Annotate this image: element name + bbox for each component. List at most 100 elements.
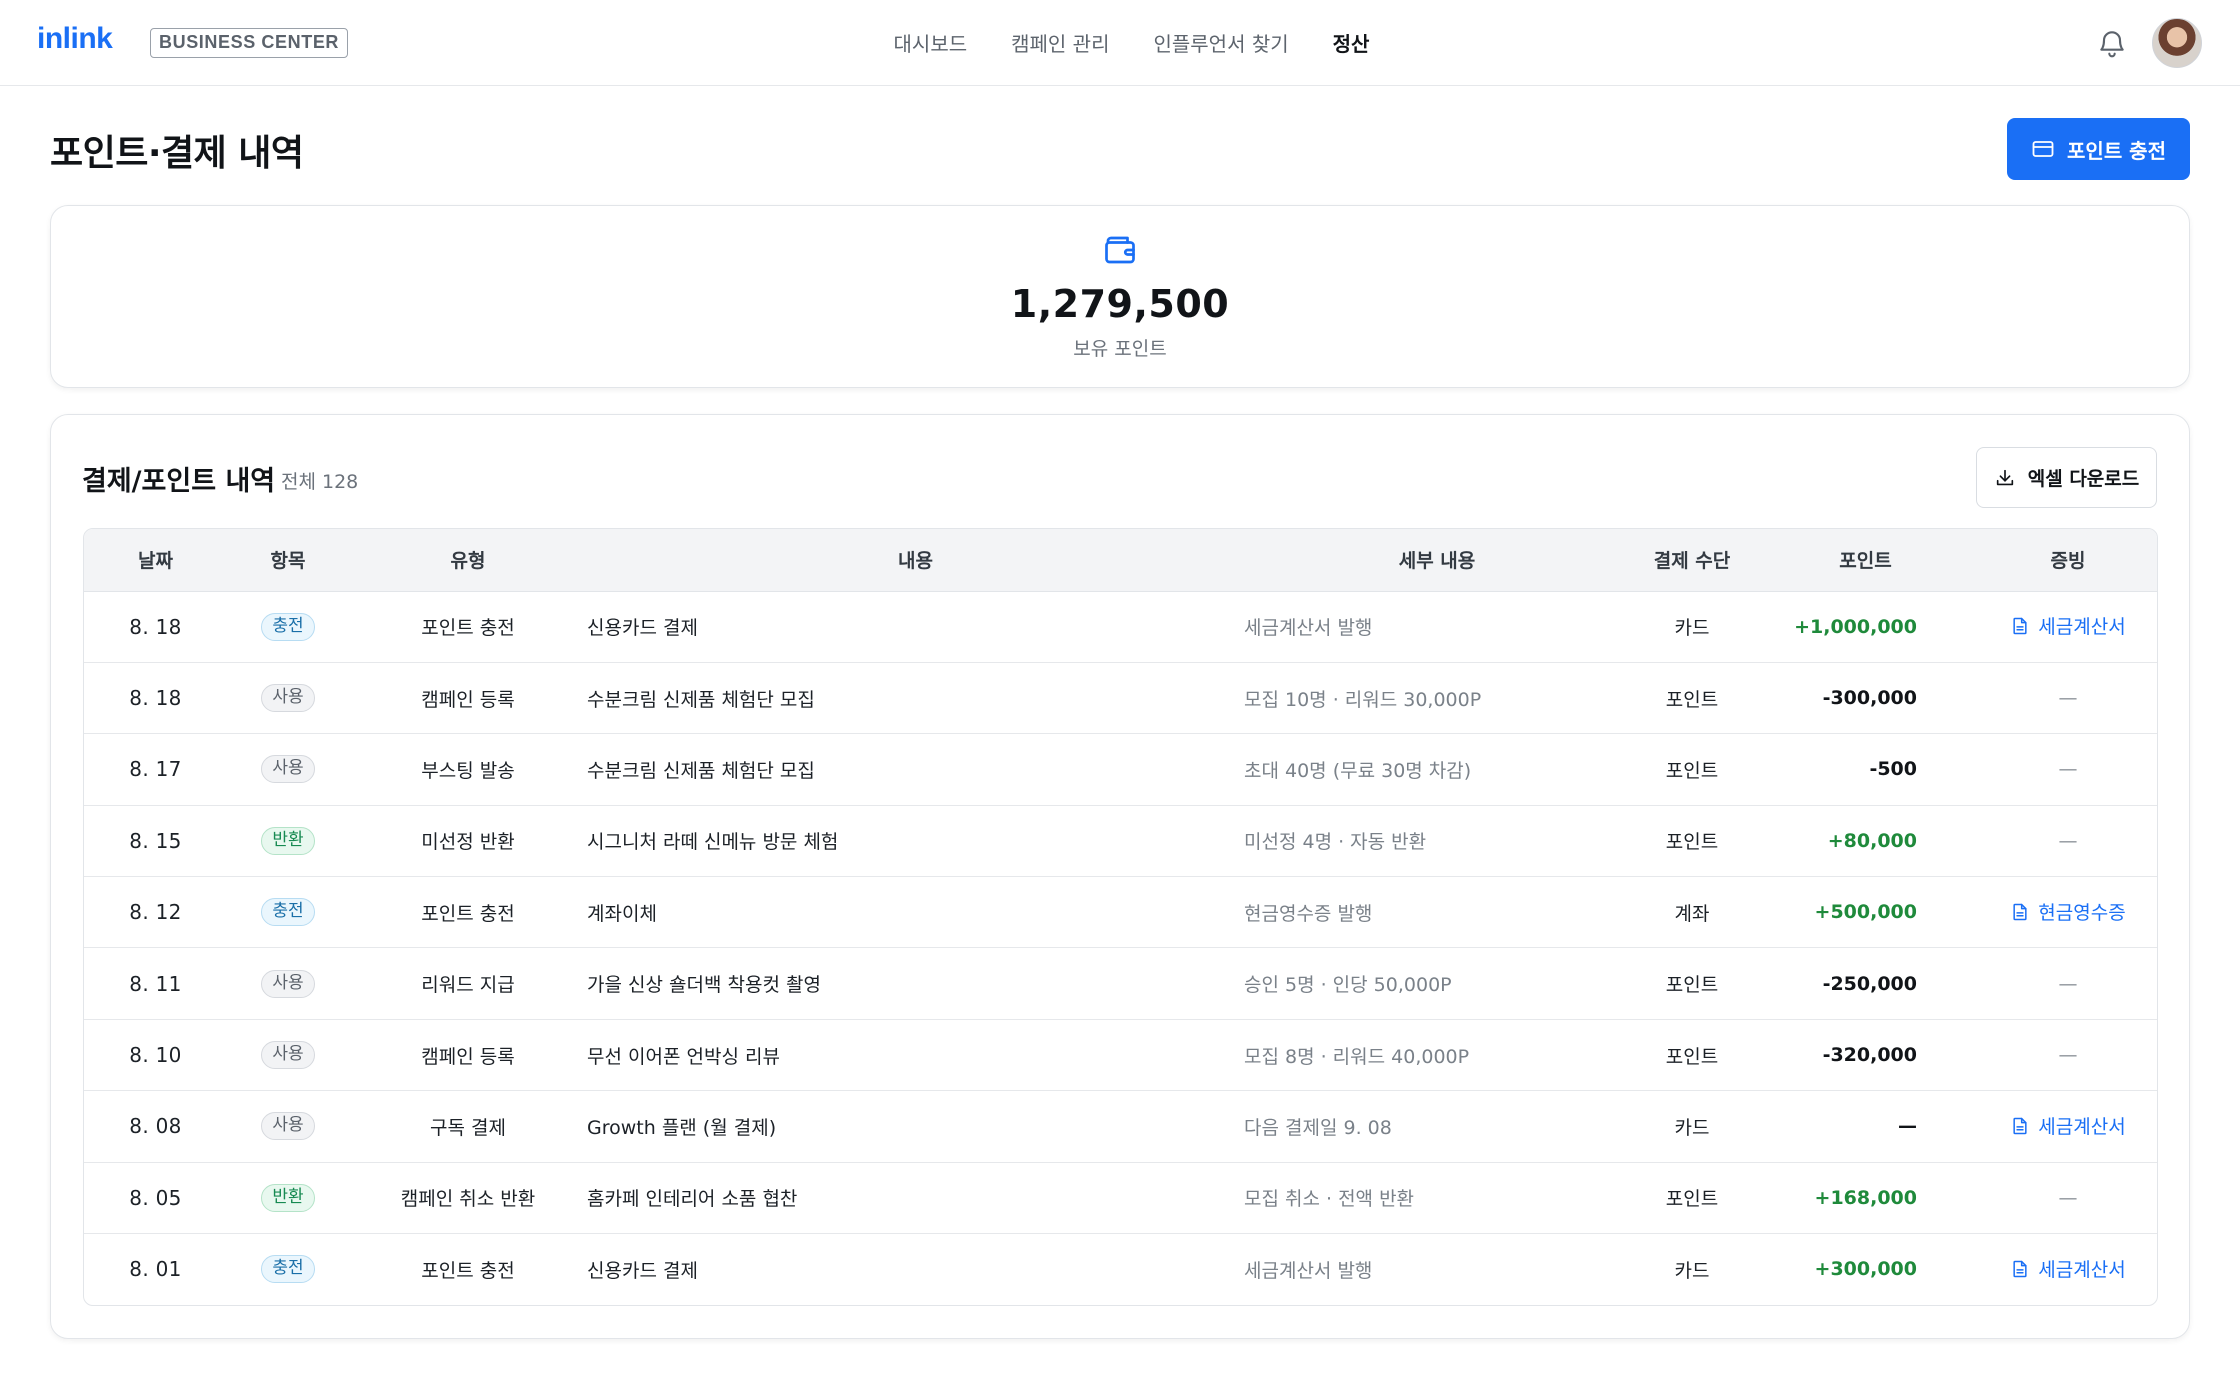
cell-date: 8. 10 (129, 1043, 182, 1068)
cell-proof: 현금영수증 (1977, 877, 2157, 948)
table-row[interactable]: 8. 10 사용 캠페인 등록 무선 이어폰 언박싱 리뷰 모집 8명 · 리워… (84, 1019, 2157, 1091)
table-row[interactable]: 8. 17 사용 부스팅 발송 수분크림 신제품 체험단 모집 초대 40명 (… (84, 734, 2157, 806)
cell-detail: 미선정 4명 · 자동 반환 (1244, 831, 1427, 854)
proof-link[interactable]: 현금영수증 (2010, 898, 2126, 925)
history-count: 전체 128 (281, 471, 359, 493)
cell-category: 사용 (227, 662, 349, 733)
table-row[interactable]: 8. 18 충전 포인트 충전 신용카드 결제 세금계산서 발행 카드 +1,0… (84, 591, 2157, 663)
column-header: 세부 내용 (1244, 529, 1630, 592)
table-header-row: 날짜 항목 유형 내용 세부 내용 결제 수단 포인트 증빙 (84, 529, 2157, 592)
cell-points: -320,000 (1822, 1044, 1917, 1067)
cell-points: +1,000,000 (1794, 615, 1917, 638)
main-nav: 대시보드 캠페인 관리 인플루언서 찾기 정산 (0, 28, 2240, 60)
cell-content: 신용카드 결제 (587, 1259, 698, 1282)
avatar[interactable] (2152, 18, 2202, 68)
cell-type: 캠페인 등록 (421, 688, 515, 711)
column-header: 내용 (587, 529, 1244, 592)
cell-method: 포인트 (1665, 1045, 1719, 1068)
proof-link[interactable]: 세금계산서 (2010, 1255, 2126, 1282)
table-row[interactable]: 8. 01 충전 포인트 충전 신용카드 결제 세금계산서 발행 카드 +300… (84, 1234, 2157, 1305)
proof-link[interactable]: 세금계산서 (2010, 612, 2126, 639)
cell-type: 부스팅 발송 (421, 759, 515, 782)
cell-method: 계좌 (1674, 902, 1710, 925)
cell-category: 사용 (227, 734, 349, 805)
cell-detail: 세금계산서 발행 (1244, 1259, 1373, 1282)
table-row[interactable]: 8. 12 충전 포인트 충전 계좌이체 현금영수증 발행 계좌 +500,00… (84, 877, 2157, 948)
excel-download-button[interactable]: 엑셀 다운로드 (1976, 447, 2157, 508)
cell-proof: 세금계산서 (1977, 1091, 2157, 1162)
no-proof-dash: — (2058, 972, 2078, 995)
nav-dashboard[interactable]: 대시보드 (894, 28, 968, 60)
cell-content: 가을 신상 숄더백 착용컷 촬영 (587, 974, 821, 997)
document-icon (2013, 617, 2027, 635)
cell-type: 포인트 충전 (421, 1259, 515, 1282)
history-table: 날짜 항목 유형 내용 세부 내용 결제 수단 포인트 증빙 8. 18 충전 … (83, 528, 2158, 1306)
cell-proof: — (1977, 1162, 2157, 1233)
charge-points-button[interactable]: 포인트 충전 (2007, 118, 2190, 180)
nav-find-influencers[interactable]: 인플루언서 찾기 (1153, 28, 1288, 60)
history-title: 결제/포인트 내역 (82, 466, 276, 497)
nav-campaign-management[interactable]: 캠페인 관리 (1011, 28, 1109, 60)
cell-date: 8. 11 (129, 971, 182, 996)
cell-points: +300,000 (1814, 1258, 1917, 1281)
cell-proof: — (1977, 662, 2157, 733)
cell-points: — (1898, 1115, 1917, 1138)
cell-method: 포인트 (1665, 759, 1719, 782)
cell-date: 8. 15 (129, 828, 182, 853)
cell-content: 신용카드 결제 (587, 617, 698, 640)
category-badge: 반환 (261, 1183, 315, 1212)
bell-icon[interactable] (2096, 27, 2128, 59)
proof-label: 세금계산서 (2038, 1259, 2126, 1282)
cell-method: 포인트 (1665, 974, 1719, 997)
cell-points: -300,000 (1822, 687, 1917, 710)
cell-proof: — (1977, 948, 2157, 1019)
cell-proof: — (1977, 805, 2157, 876)
cell-date: 8. 18 (129, 614, 182, 639)
cell-proof: — (1977, 1019, 2157, 1090)
cell-method: 카드 (1674, 1259, 1710, 1282)
excel-download-label: 엑셀 다운로드 (2027, 468, 2140, 490)
cell-detail: 모집 취소 · 전액 반환 (1244, 1188, 1415, 1211)
no-proof-dash: — (2058, 1186, 2078, 1209)
cell-content: 수분크림 신제품 체험단 모집 (587, 688, 815, 711)
column-header: 항목 (227, 529, 349, 592)
category-badge: 사용 (261, 969, 315, 998)
cell-type: 미선정 반환 (421, 831, 515, 854)
cell-points: +500,000 (1814, 901, 1917, 924)
nav-settlement[interactable]: 정산 (1333, 28, 1370, 60)
category-badge: 충전 (261, 612, 315, 641)
cell-content: 수분크림 신제품 체험단 모집 (587, 759, 815, 782)
top-navigation-bar: inlink BUSINESS CENTER 대시보드 캠페인 관리 인플루언서… (0, 0, 2240, 86)
table-row[interactable]: 8. 08 사용 구독 결제 Growth 플랜 (월 결제) 다음 결제일 9… (84, 1091, 2157, 1163)
cell-category: 반환 (227, 805, 349, 876)
proof-label: 세금계산서 (2038, 1116, 2126, 1139)
column-header: 날짜 (84, 529, 227, 592)
charge-points-label: 포인트 충전 (2067, 138, 2166, 163)
table-row[interactable]: 8. 11 사용 리워드 지급 가을 신상 숄더백 착용컷 촬영 승인 5명 ·… (84, 948, 2157, 1020)
proof-link[interactable]: 세금계산서 (2010, 1112, 2126, 1139)
cell-category: 충전 (227, 1234, 349, 1305)
cell-category: 충전 (227, 591, 349, 662)
cell-detail: 세금계산서 발행 (1244, 617, 1373, 640)
balance-label: 보유 포인트 (1073, 338, 1167, 360)
category-badge: 충전 (261, 1255, 315, 1284)
no-proof-dash: — (2058, 829, 2078, 852)
table-row[interactable]: 8. 15 반환 미선정 반환 시그니처 라떼 신메뉴 방문 체험 미선정 4명… (84, 805, 2157, 877)
proof-label: 현금영수증 (2038, 902, 2126, 924)
table-row[interactable]: 8. 18 사용 캠페인 등록 수분크림 신제품 체험단 모집 모집 10명 ·… (84, 662, 2157, 734)
cell-content: 홈카페 인테리어 소품 협찬 (587, 1188, 798, 1211)
cell-detail: 다음 결제일 9. 08 (1244, 1116, 1392, 1139)
cell-type: 포인트 충전 (421, 902, 515, 925)
cell-method: 카드 (1674, 617, 1710, 640)
cell-method: 카드 (1674, 1116, 1710, 1139)
cell-date: 8. 05 (129, 1185, 182, 1210)
cell-content: 무선 이어폰 언박싱 리뷰 (587, 1045, 780, 1068)
column-header: 결제 수단 (1630, 529, 1754, 592)
table-row[interactable]: 8. 05 반환 캠페인 취소 반환 홈카페 인테리어 소품 협찬 모집 취소 … (84, 1162, 2157, 1234)
cell-category: 사용 (227, 948, 349, 1019)
cell-proof: — (1977, 734, 2157, 805)
cell-type: 캠페인 등록 (421, 1045, 515, 1068)
balance-value: 1,279,500 (1010, 282, 1230, 326)
download-icon (1996, 469, 2013, 485)
category-badge: 사용 (261, 755, 315, 784)
